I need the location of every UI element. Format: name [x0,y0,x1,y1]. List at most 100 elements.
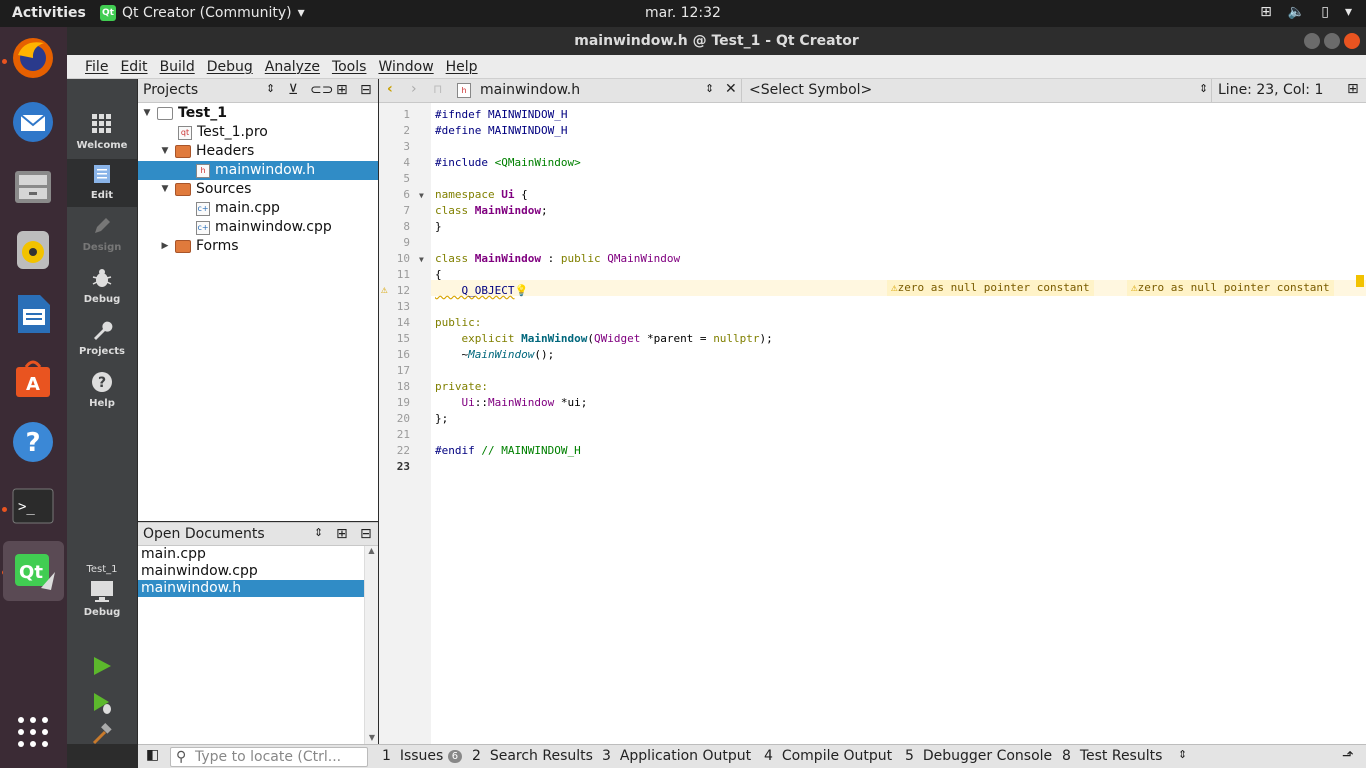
tree-node-project[interactable]: ▼ Test_1 [142,104,227,123]
inline-warning[interactable]: ⚠zero as null pointer constant [1127,280,1334,296]
tab-text: Search Results [489,748,593,764]
qt-app-icon: Qt [100,5,116,21]
menu-tools[interactable]: Tools [326,59,373,75]
close-document-icon[interactable]: ✕ [725,81,737,97]
menu-analyze[interactable]: Analyze [259,59,326,75]
activities-button[interactable]: Activities [12,5,86,21]
firefox-icon[interactable] [6,31,60,85]
menu-debug[interactable]: Debug [201,59,259,75]
open-document-item[interactable]: main.cpp [138,546,364,563]
expand-arrow-icon[interactable]: ▼ [142,104,152,123]
scroll-down-icon[interactable]: ▼ [365,733,379,742]
document-combo[interactable]: mainwindow.h [480,82,580,98]
files-icon[interactable] [6,159,60,213]
rhythmbox-icon[interactable] [6,223,60,277]
warning-icon[interactable]: ⚠ [381,283,388,296]
network-icon: ⊞ [1260,4,1272,20]
gnome-top-bar: Activities Qt Qt Creator (Community) ▾ m… [0,0,1366,27]
terminal-icon[interactable]: >_ [6,479,60,533]
tab-debugger-console[interactable]: 5 Debugger Console [905,748,1052,764]
code-editor[interactable]: #ifndef MAINWINDOW_H #define MAINWINDOW_… [431,103,1366,744]
minimize-icon[interactable] [1304,33,1320,49]
scrollbar[interactable]: ▲ ▼ [364,546,378,744]
app-menu[interactable]: Qt Qt Creator (Community) ▾ [100,5,305,21]
collapse-arrow-icon[interactable]: ▶ [160,237,170,256]
updown-arrows-icon[interactable]: ⇕ [705,82,714,95]
inline-warning[interactable]: ⚠zero as null pointer constant [887,280,1094,296]
split-icon[interactable]: ⊞ [1347,81,1359,97]
projects-view-selector[interactable]: Projects [143,82,198,98]
kit-selector[interactable]: Test_1 Debug [67,562,137,634]
maximize-icon[interactable] [1324,33,1340,49]
maximize-output-icon[interactable]: ⬏ [1342,748,1354,764]
qt-creator-icon[interactable]: Qt [3,541,64,601]
updown-arrows-icon[interactable]: ⇕ [266,82,275,95]
split-icon[interactable]: ⊞ [336,526,348,542]
tree-node-header-file[interactable]: h mainwindow.h [138,161,378,180]
mode-projects[interactable]: Projects [67,315,137,365]
lightbulb-icon[interactable]: 💡 [514,284,528,297]
menu-help[interactable]: Help [440,59,484,75]
menu-edit[interactable]: Edit [114,59,153,75]
scroll-up-icon[interactable]: ▲ [365,546,378,555]
line-number: 21 [396,428,410,441]
toggle-sidebar-icon[interactable]: ◧ [146,747,159,763]
fold-marker-icon[interactable]: ▼ [419,255,424,264]
software-center-icon[interactable]: A [6,351,60,405]
build-button[interactable] [67,723,137,745]
fold-marker-icon[interactable]: ▼ [419,191,424,200]
tree-node-mainwindow-cpp[interactable]: c+ mainwindow.cpp [196,218,332,237]
mode-debug[interactable]: Debug [67,263,137,313]
show-applications-icon[interactable] [6,705,60,759]
close-pane-icon[interactable]: ⊟ [360,82,372,98]
open-document-item[interactable]: mainwindow.cpp [138,563,364,580]
menu-file[interactable]: File [79,59,114,75]
thunderbird-icon[interactable] [6,95,60,149]
tab-issues[interactable]: 1 Issues 6 [382,748,463,764]
debug-run-button[interactable] [67,687,137,721]
mode-selector: Welcome Edit Design Debug Projects ? Hel… [67,79,137,745]
line-number-gutter[interactable]: 1 2 3 4 5 6 7 8 9 10 11 12 13 14 15 16 1… [379,103,431,744]
line-number: 20 [396,412,410,425]
tree-node-pro-file[interactable]: qt Test_1.pro [178,123,268,142]
close-icon[interactable] [1344,33,1360,49]
updown-arrows-icon[interactable]: ⇕ [1178,748,1187,761]
filter-icon[interactable]: ⊻ [288,82,298,98]
tab-test-results[interactable]: 8 Test Results [1062,748,1162,764]
tab-application-output[interactable]: 3 Application Output [602,748,751,764]
mode-help[interactable]: ? Help [67,367,137,417]
locator-input[interactable]: ⚲ Type to locate (Ctrl... [170,747,368,767]
help-icon[interactable]: ? [6,415,60,469]
scrollbar-warning-marker[interactable] [1356,275,1364,287]
updown-arrows-icon[interactable]: ⇕ [1199,82,1208,95]
navigate-forward-icon[interactable]: › [411,81,417,97]
tree-node-forms[interactable]: ▶ Forms [160,237,239,256]
close-pane-icon[interactable]: ⊟ [360,526,372,542]
tree-node-sources[interactable]: ▼ Sources [160,180,252,199]
expand-arrow-icon[interactable]: ▼ [160,142,170,161]
open-document-item[interactable]: mainwindow.h [138,580,364,597]
expand-arrow-icon[interactable]: ▼ [160,180,170,199]
libreoffice-writer-icon[interactable] [6,287,60,341]
menu-build[interactable]: Build [154,59,201,75]
mode-design[interactable]: Design [67,211,137,261]
tree-node-main-cpp[interactable]: c+ main.cpp [196,199,280,218]
split-icon[interactable]: ⊞ [336,82,348,98]
tab-search-results[interactable]: 2 Search Results [472,748,593,764]
line-number: 8 [403,220,410,233]
cursor-position[interactable]: Line: 23, Col: 1 [1218,82,1323,98]
tab-text: Test Results [1079,748,1163,764]
system-tray[interactable]: ⊞ 🔈 ▯ ▾ [1260,4,1352,20]
run-button[interactable] [67,649,137,683]
mode-welcome[interactable]: Welcome [67,109,137,159]
link-icon[interactable]: ⊂⊃ [310,82,333,98]
open-documents-view-selector[interactable]: Open Documents [143,526,265,542]
tree-node-headers[interactable]: ▼ Headers [160,142,255,161]
navigate-back-icon[interactable]: ‹ [387,81,393,97]
tab-compile-output[interactable]: 4 Compile Output [764,748,892,764]
code-token: { [514,188,528,201]
updown-arrows-icon[interactable]: ⇕ [314,526,323,539]
menu-window[interactable]: Window [372,59,439,75]
mode-edit[interactable]: Edit [67,159,137,207]
symbol-combo[interactable]: <Select Symbol> [749,82,872,98]
